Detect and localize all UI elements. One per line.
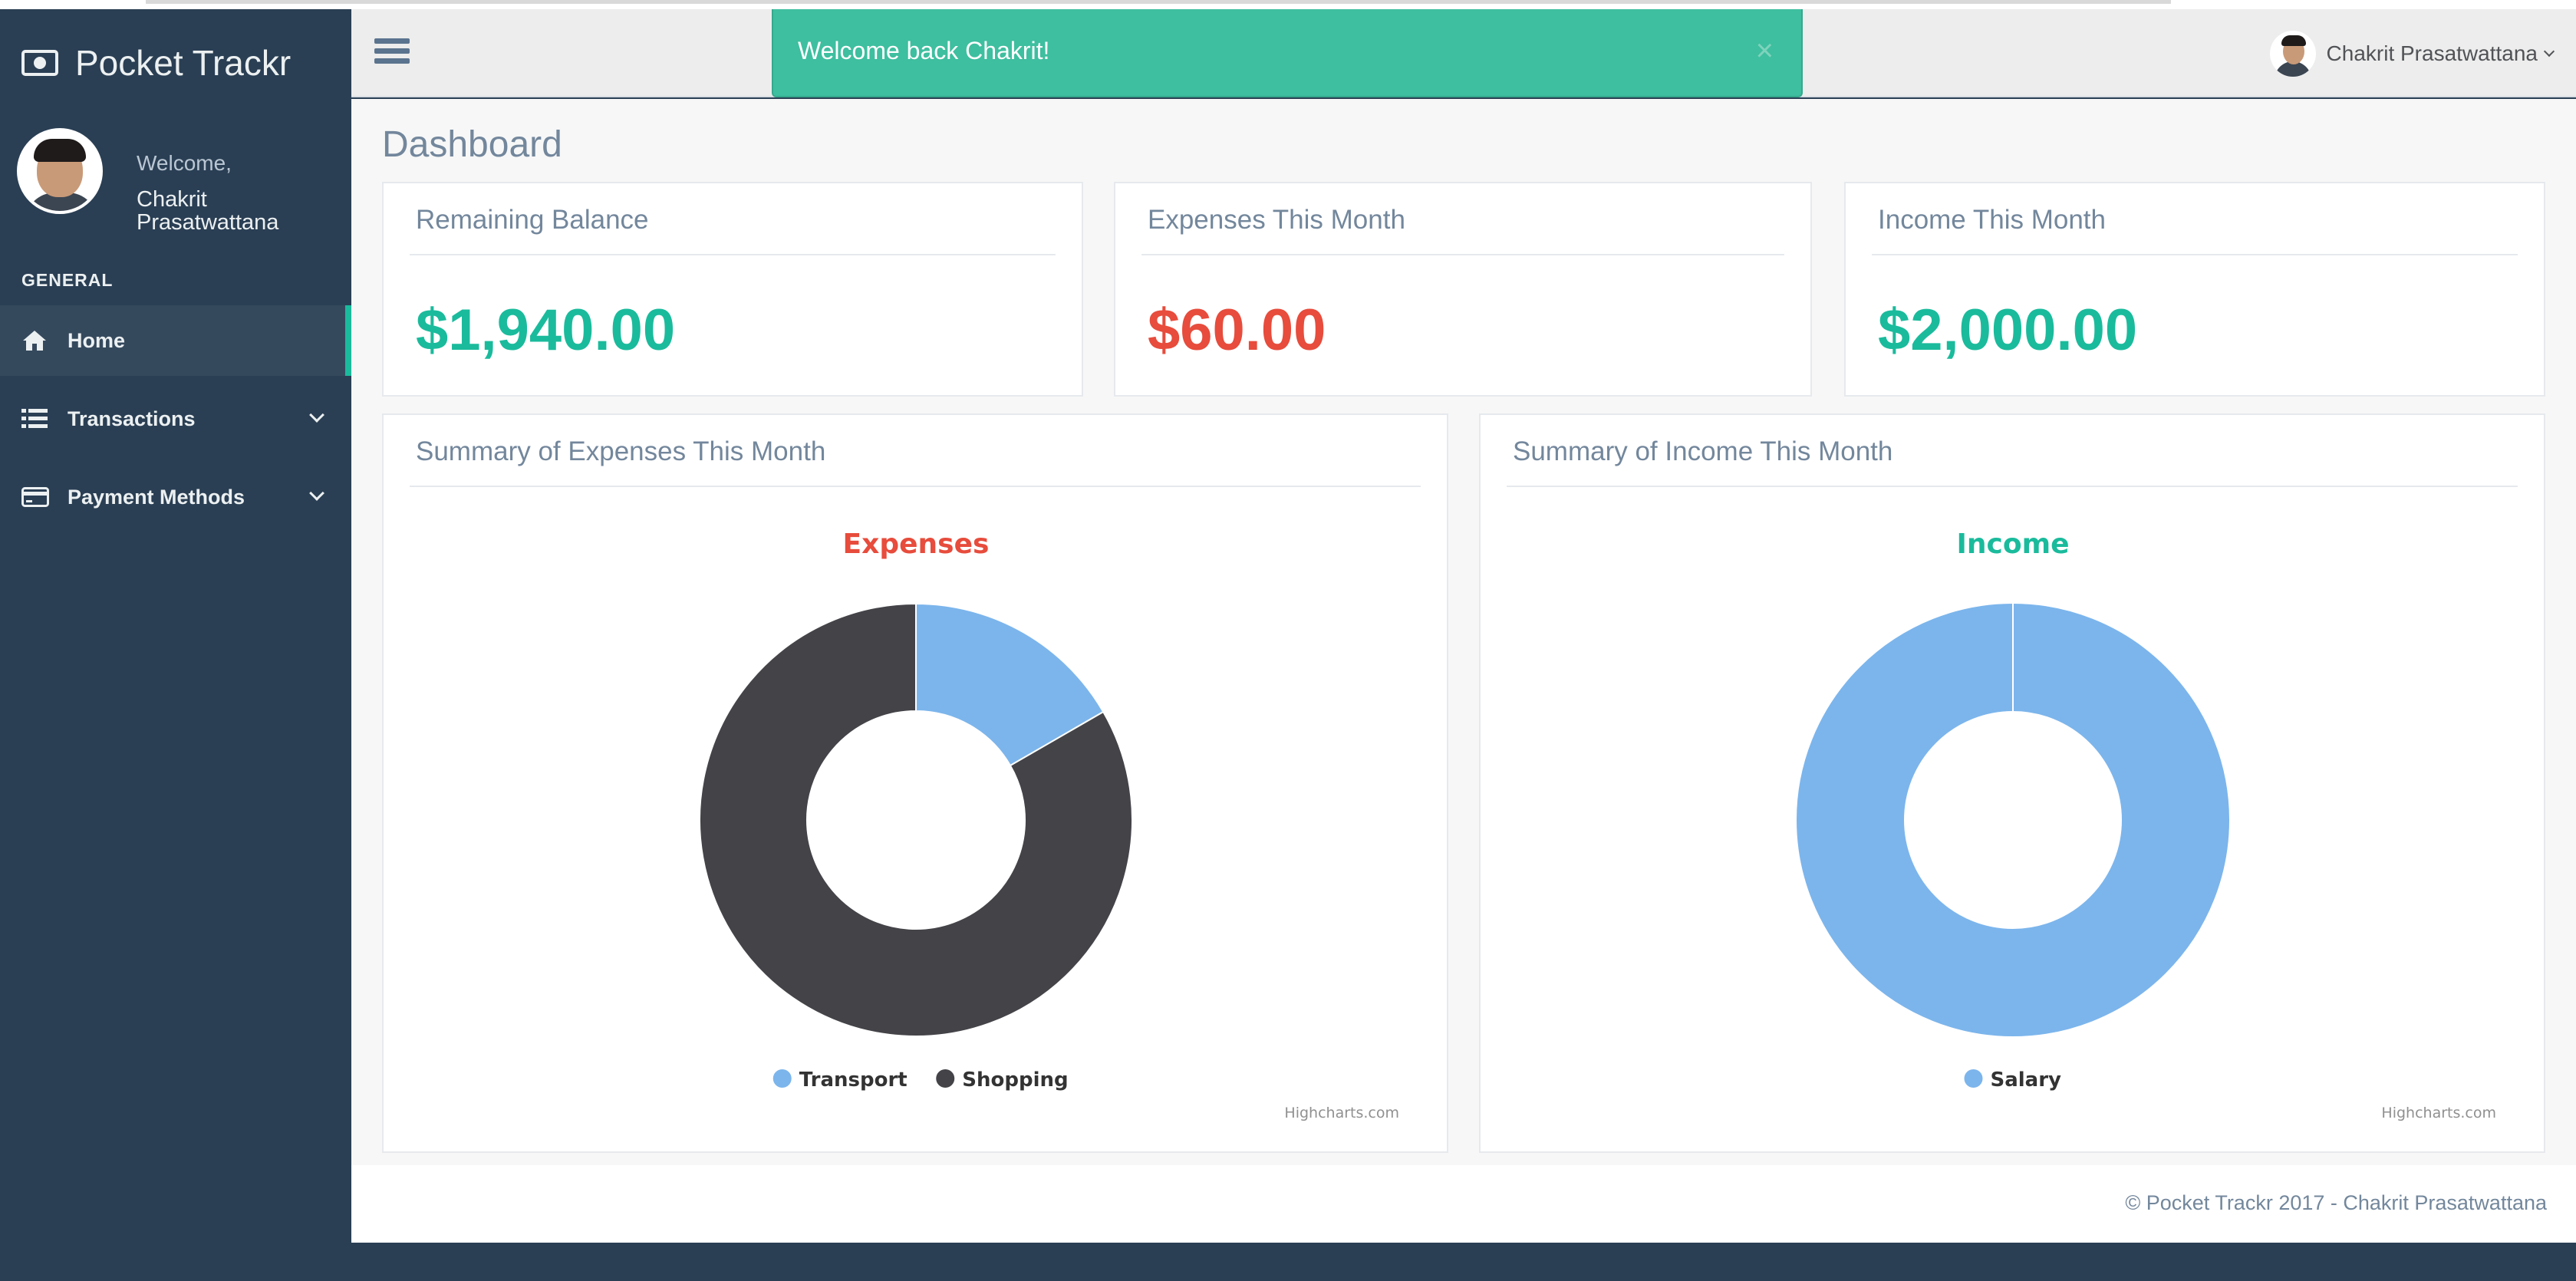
chart-title: Expenses (843, 529, 990, 560)
sidebar-item-label: Payment Methods (68, 485, 245, 509)
menu-toggle-icon[interactable] (374, 38, 410, 69)
footer: © Pocket Trackr 2017 - Chakrit Prasatwat… (351, 1165, 2576, 1243)
stat-value: $2,000.00 (1878, 298, 2138, 363)
close-icon[interactable]: × (1756, 34, 1774, 68)
welcome-text: Welcome, (137, 151, 232, 175)
chart-title: Income (1956, 529, 2069, 560)
user-menu-name[interactable]: Chakrit Prasatwattana (2327, 41, 2538, 66)
sidebar: Pocket Trackr Welcome, Chakrit Prasatwat… (0, 9, 351, 1281)
browser-bar (146, 0, 2171, 4)
welcome-notification: Welcome back Chakrit! × (772, 9, 1803, 97)
income-chart: Income Salary Highcharts.com (1797, 529, 2496, 1121)
avatar (17, 128, 103, 214)
bottom-bar (351, 1243, 2576, 1281)
legend-label[interactable]: Shopping (962, 1069, 1068, 1092)
legend-marker[interactable] (1964, 1069, 1983, 1088)
stat-value: $1,940.00 (416, 298, 676, 363)
chevron-down-icon[interactable] (309, 486, 324, 501)
expenses-chart: Expenses Transport Shopping Highcharts.com (699, 529, 1399, 1121)
sidebar-nav: Home Transactions Payment Methods (0, 305, 351, 540)
profile-name: Chakrit Prasatwattana (137, 187, 279, 235)
divider (1872, 254, 2518, 255)
page-title: Dashboard (382, 124, 562, 165)
top-strip (0, 0, 2576, 9)
main-content: Dashboard Remaining Balance $1,940.00 Ex… (351, 99, 2576, 1165)
user-avatar (2269, 31, 2316, 77)
legend-label[interactable]: Transport (799, 1069, 908, 1092)
credit-card-icon (21, 486, 49, 509)
stat-card-expenses: Expenses This Month $60.00 (1114, 182, 1812, 397)
sidebar-item-label: Home (68, 328, 126, 352)
money-icon (21, 50, 58, 76)
chevron-down-icon[interactable] (309, 407, 324, 423)
sidebar-item-label: Transactions (68, 407, 196, 430)
notification-text: Welcome back Chakrit! (798, 37, 1050, 64)
list-icon (21, 407, 48, 430)
stat-title: Income This Month (1878, 205, 2106, 235)
stat-title: Expenses This Month (1148, 205, 1405, 235)
divider (1141, 254, 1784, 255)
expenses-summary-panel: Summary of Expenses This Month Expenses T… (382, 413, 1448, 1153)
chart-credit[interactable]: Highcharts.com (1284, 1105, 1399, 1121)
legend-marker[interactable] (936, 1069, 955, 1088)
stat-value: $60.00 (1148, 298, 1326, 363)
section-title: GENERAL (21, 270, 114, 290)
stat-title: Remaining Balance (416, 205, 649, 235)
legend-marker[interactable] (772, 1069, 792, 1088)
footer-text: © Pocket Trackr 2017 - Chakrit Prasatwat… (2125, 1191, 2547, 1214)
legend-label[interactable]: Salary (1991, 1069, 2062, 1092)
home-icon (21, 329, 48, 352)
profile: Welcome, Chakrit Prasatwattana (17, 128, 339, 234)
sidebar-item-home[interactable]: Home (0, 305, 351, 376)
sidebar-item-transactions[interactable]: Transactions (0, 384, 351, 454)
brand-title[interactable]: Pocket Trackr (75, 42, 291, 84)
income-summary-panel: Summary of Income This Month Income Salar… (1479, 413, 2545, 1153)
chart-credit[interactable]: Highcharts.com (2381, 1105, 2496, 1121)
user-menu[interactable]: Chakrit Prasatwattana (2269, 31, 2555, 77)
brand[interactable]: Pocket Trackr (21, 32, 291, 94)
stat-card-balance: Remaining Balance $1,940.00 (382, 182, 1083, 397)
sidebar-item-payment-methods[interactable]: Payment Methods (0, 462, 351, 532)
divider (410, 254, 1056, 255)
stat-card-income: Income This Month $2,000.00 (1844, 182, 2545, 397)
chevron-down-icon[interactable] (2543, 45, 2555, 58)
